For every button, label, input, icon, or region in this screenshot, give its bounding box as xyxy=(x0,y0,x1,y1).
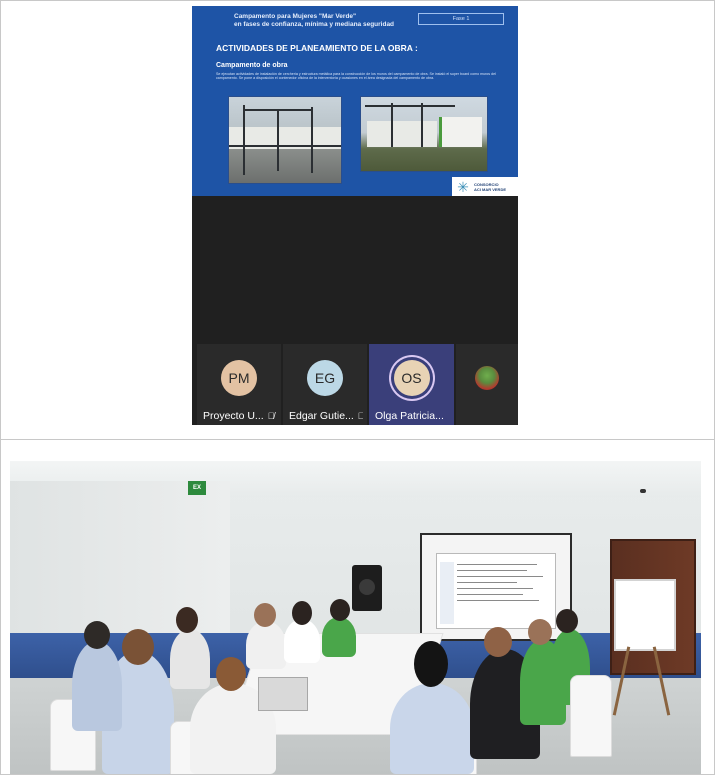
exit-sign: EX xyxy=(188,481,206,495)
flipchart xyxy=(614,579,676,651)
avatar: PM xyxy=(221,360,257,396)
consortium-logo: ✳ CONSORCIO ACI MAR VERDE xyxy=(452,177,518,196)
slide-header-line1: Campamento para Mujeres "Mar Verde" xyxy=(234,13,357,20)
attendee xyxy=(246,621,286,669)
participant-name: Olga Patricia... xyxy=(375,410,444,422)
video-meeting-window: Campamento para Mujeres "Mar Verde" en f… xyxy=(192,6,518,425)
slide-title: ACTIVIDADES DE PLANEAMIENTO DE LA OBRA : xyxy=(216,43,418,53)
phase-label: Fase 1 xyxy=(418,13,504,25)
attendee xyxy=(170,629,210,689)
participant-tile-os-speaking[interactable]: OS Olga Patricia... xyxy=(369,344,454,425)
avatar-photo xyxy=(475,366,499,390)
construction-photo-walls xyxy=(360,96,488,172)
mic-off-icon: 🎙̸ xyxy=(267,411,275,421)
camera-icon xyxy=(640,489,646,493)
shared-presentation-slide: Campamento para Mujeres "Mar Verde" en f… xyxy=(192,6,518,196)
avatar: OS xyxy=(393,360,430,396)
avatar: EG xyxy=(307,360,343,396)
slide-body-text: Se ejecutan actividades de instalación d… xyxy=(216,72,496,81)
asterisk-logo-icon: ✳ xyxy=(457,178,469,195)
mic-off-icon: 🎙̸ xyxy=(357,411,363,421)
participant-name: Proyecto U... xyxy=(203,410,264,422)
attendee xyxy=(72,641,122,731)
participant-tile-pm[interactable]: PM Proyecto U... 🎙̸ xyxy=(197,344,281,425)
attendee xyxy=(322,617,356,657)
construction-photo-frame xyxy=(228,96,342,184)
attendee xyxy=(390,683,474,774)
attendee xyxy=(284,619,320,663)
participant-name: Edgar Gutie... xyxy=(289,410,354,422)
participant-tiles: PM Proyecto U... 🎙̸ EG Edgar Gutie... 🎙̸… xyxy=(192,344,518,425)
speaker xyxy=(352,565,382,611)
slide-header: Campamento para Mujeres "Mar Verde" en f… xyxy=(234,13,394,29)
slide-subtitle: Campamento de obra xyxy=(216,62,288,69)
meeting-room-photo: EX xyxy=(10,461,701,774)
slide-header-line2: en fases de confianza, mínima y mediana … xyxy=(234,21,395,28)
logo-line2: ACI MAR VERDE xyxy=(474,186,507,192)
participant-tile-eg[interactable]: EG Edgar Gutie... 🎙̸ xyxy=(283,344,367,425)
participant-tile-photo[interactable] xyxy=(456,344,518,425)
